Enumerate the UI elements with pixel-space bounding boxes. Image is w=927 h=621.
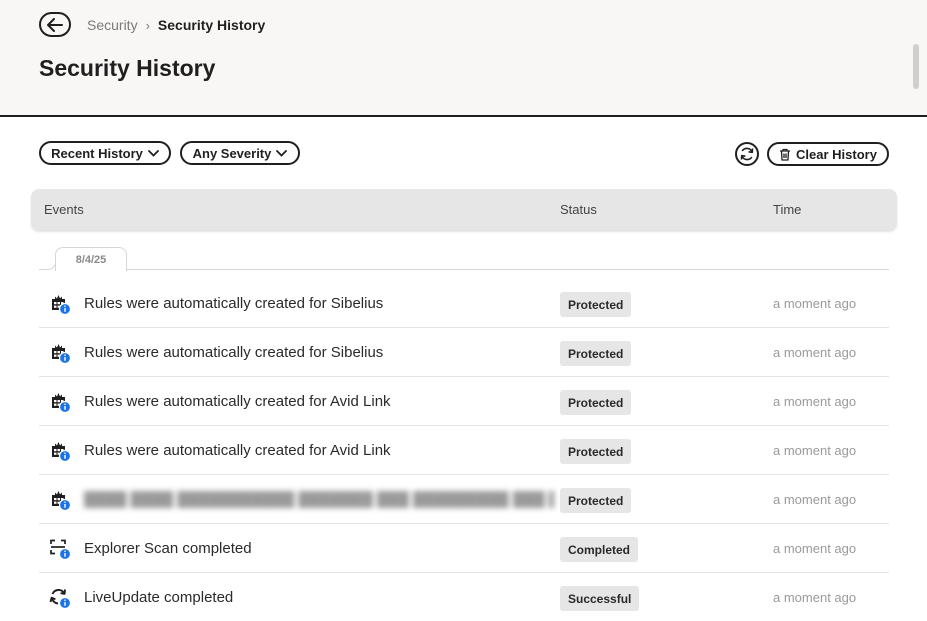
- event-time: a moment ago: [773, 590, 857, 605]
- firewall-info-icon: [49, 293, 72, 316]
- status-badge: Completed: [560, 537, 639, 562]
- event-time: a moment ago: [773, 296, 857, 311]
- event-time: a moment ago: [773, 394, 857, 409]
- status-badge: Protected: [560, 390, 632, 415]
- table-row[interactable]: Rules were automatically created for Avi…: [39, 377, 889, 426]
- table-row[interactable]: ████ ████ ███████████ ███████ ███ ██████…: [39, 475, 889, 524]
- severity-filter-label: Any Severity: [192, 145, 272, 161]
- status-badge: Protected: [560, 292, 632, 317]
- table-row[interactable]: Rules were automatically created for Avi…: [39, 426, 889, 475]
- clear-history-label: Clear History: [796, 146, 877, 162]
- event-time: a moment ago: [773, 345, 857, 360]
- clear-history-button[interactable]: Clear History: [767, 142, 889, 166]
- back-button[interactable]: [39, 12, 71, 37]
- breadcrumb: Security › Security History: [87, 17, 265, 33]
- event-description: Rules were automatically created for Avi…: [84, 442, 391, 459]
- event-time: a moment ago: [773, 443, 857, 458]
- header-scrollbar[interactable]: [913, 44, 919, 89]
- table-row[interactable]: LiveUpdate completed Successful a moment a…: [39, 573, 889, 621]
- refresh-icon: [740, 147, 754, 161]
- table-row[interactable]: Rules were automatically created for Sib…: [39, 279, 889, 328]
- date-divider-left: [39, 258, 56, 270]
- table-row[interactable]: Explorer Scan completed Completed a moment…: [39, 524, 889, 573]
- page-title: Security History: [39, 55, 216, 81]
- event-time: a moment ago: [773, 492, 857, 507]
- refresh-button[interactable]: [735, 142, 759, 166]
- status-badge: Protected: [560, 488, 632, 513]
- chevron-down-icon: [147, 149, 159, 157]
- date-divider: [127, 269, 889, 270]
- event-description: LiveUpdate completed: [84, 589, 234, 606]
- history-filter-label: Recent History: [51, 145, 143, 161]
- event-description: Rules were automatically created for Sib…: [84, 295, 384, 312]
- history-filter-dropdown[interactable]: Recent History: [39, 141, 171, 165]
- firewall-info-icon: [49, 342, 72, 365]
- status-badge: Protected: [560, 341, 632, 366]
- firewall-info-icon: [49, 440, 72, 463]
- column-header-status: Status: [560, 202, 597, 217]
- event-description: Rules were automatically created for Sib…: [84, 344, 384, 361]
- page-header: Security › Security History Security His…: [0, 0, 927, 117]
- date-group-tab: 8/4/25: [55, 247, 127, 271]
- event-description-redacted: ████ ████ ███████████ ███████ ███ ██████…: [84, 491, 554, 508]
- firewall-info-icon: [49, 391, 72, 414]
- severity-filter-dropdown[interactable]: Any Severity: [180, 141, 300, 165]
- status-badge: Successful: [560, 586, 640, 611]
- chevron-down-icon: [276, 149, 288, 157]
- event-time: a moment ago: [773, 541, 857, 556]
- event-description: Rules were automatically created for Avi…: [84, 393, 391, 410]
- table-row[interactable]: Rules were automatically created for Sib…: [39, 328, 889, 377]
- firewall-info-icon: [49, 489, 72, 512]
- status-badge: Protected: [560, 439, 632, 464]
- breadcrumb-current: Security History: [157, 17, 266, 33]
- column-header-events: Events: [44, 202, 84, 217]
- table-header: Events Status Time: [31, 189, 897, 230]
- liveupdate-info-icon: [49, 587, 72, 610]
- event-description: Explorer Scan completed: [84, 540, 252, 557]
- trash-icon: [780, 148, 791, 161]
- breadcrumb-security-link[interactable]: Security: [87, 17, 138, 33]
- column-header-time: Time: [773, 202, 802, 217]
- arrow-left-icon: [47, 17, 63, 32]
- breadcrumb-separator: ›: [145, 17, 150, 33]
- scan-info-icon: [49, 538, 72, 561]
